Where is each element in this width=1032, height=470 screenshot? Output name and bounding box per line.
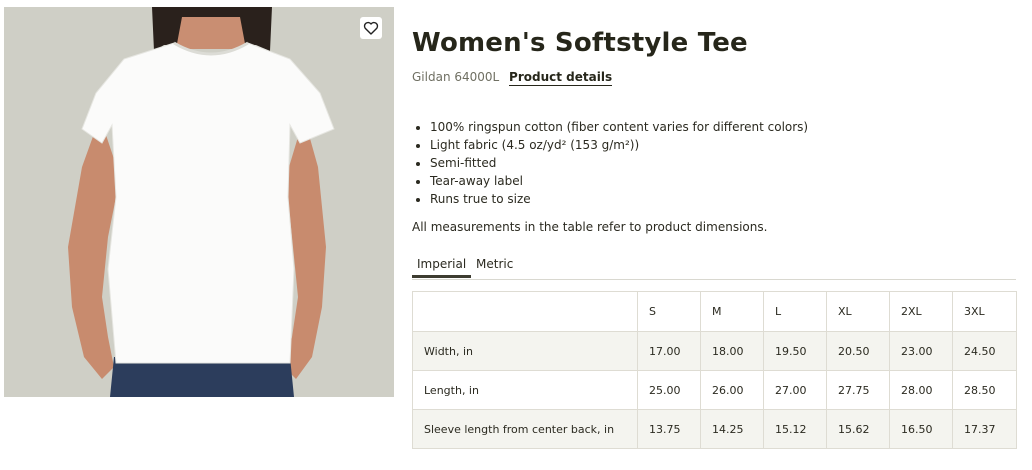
heart-icon [363,21,379,35]
table-cell: 20.50 [826,331,890,371]
feature-item: 100% ringspun cotton (fiber content vari… [430,118,808,136]
table-cell: 26.00 [700,370,764,410]
table-cell: 15.62 [826,409,890,449]
table-row: Length, in 25.00 26.00 27.00 27.75 28.00… [412,370,1017,410]
product-subline: Gildan 64000L Product details [412,70,613,86]
table-cell: 28.00 [889,370,953,410]
table-cell: 18.00 [700,331,764,371]
table-cell: 27.00 [763,370,827,410]
table-cell: 19.50 [763,331,827,371]
product-model: Gildan 64000L [412,70,500,84]
row-label: Width, in [412,331,638,371]
size-header: 2XL [889,291,953,332]
product-details-link[interactable]: Product details [509,70,613,86]
table-cell: 24.50 [952,331,1017,371]
table-cell: 23.00 [889,331,953,371]
table-corner-cell [412,291,638,332]
feature-item: Tear-away label [430,172,808,190]
size-header: M [700,291,764,332]
feature-list: 100% ringspun cotton (fiber content vari… [412,118,808,208]
tab-imperial[interactable]: Imperial [412,255,472,278]
table-cell: 27.75 [826,370,890,410]
size-header: XL [826,291,890,332]
tab-metric[interactable]: Metric [471,255,518,277]
table-header-row: S M L XL 2XL 3XL [412,291,1017,332]
table-cell: 14.25 [700,409,764,449]
table-cell: 13.75 [637,409,701,449]
model-wearing-tee-illustration [4,7,394,397]
table-row: Width, in 17.00 18.00 19.50 20.50 23.00 … [412,331,1017,371]
size-table: S M L XL 2XL 3XL Width, in 17.00 18.00 1… [412,291,1017,449]
product-title: Women's Softstyle Tee [412,28,748,58]
table-cell: 25.00 [637,370,701,410]
table-cell: 28.50 [952,370,1017,410]
table-cell: 16.50 [889,409,953,449]
feature-item: Runs true to size [430,190,808,208]
feature-item: Light fabric (4.5 oz/yd² (153 g/m²)) [430,136,808,154]
table-cell: 17.37 [952,409,1017,449]
size-header: L [763,291,827,332]
size-header: 3XL [952,291,1017,332]
row-label: Length, in [412,370,638,410]
product-image[interactable] [4,7,394,397]
wishlist-button[interactable] [360,17,382,39]
table-row: Sleeve length from center back, in 13.75… [412,409,1017,449]
table-cell: 15.12 [763,409,827,449]
unit-tabs: Imperial Metric [412,255,1016,280]
feature-item: Semi-fitted [430,154,808,172]
row-label: Sleeve length from center back, in [412,409,638,449]
measurement-note: All measurements in the table refer to p… [412,220,768,234]
size-header: S [637,291,701,332]
table-cell: 17.00 [637,331,701,371]
